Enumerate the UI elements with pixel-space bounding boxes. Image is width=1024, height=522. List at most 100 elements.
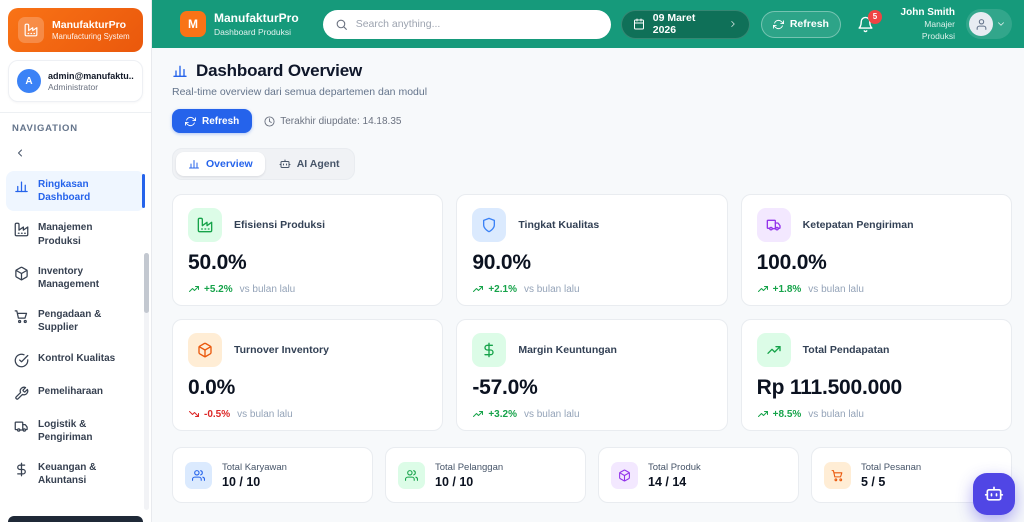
ai-assistant-fab[interactable]	[973, 473, 1015, 515]
header-right-cluster: 09 Maret 2026 Refresh 5 John Smith Manaj…	[620, 6, 1012, 41]
kpi-trend-note: vs bulan lalu	[808, 283, 864, 295]
user-menu-button[interactable]	[966, 9, 1012, 39]
page-subtitle: Real-time overview dari semua departemen…	[172, 86, 428, 98]
kpi-card-turnover-inventory: Turnover Inventory 0.0% -0.5% vs bulan lalu	[172, 319, 444, 431]
search-input[interactable]	[355, 18, 599, 30]
tab-overview[interactable]: Overview	[176, 152, 265, 176]
sidebar-item-pengadaan-supplier[interactable]: Pengadaan & Supplier	[6, 301, 145, 341]
calendar-icon-wrap	[633, 18, 645, 30]
trending-up-icon	[757, 411, 768, 417]
shield-icon	[483, 217, 496, 233]
kpi-icon-chip	[756, 208, 791, 242]
kpi-head: Total Pendapatan	[756, 333, 996, 367]
view-tabs: Overview AI Agent	[172, 148, 356, 180]
robot-icon	[984, 486, 1004, 501]
header-avatar	[969, 12, 993, 36]
actions-row: Refresh Terakhir diupdate: 14.18.35	[172, 109, 1012, 133]
chevron-left-icon	[18, 149, 22, 157]
stat-label: Total Karyawan	[222, 461, 287, 473]
kpi-head: Turnover Inventory	[188, 333, 427, 367]
sidebar-item-ringkasan-dashboard[interactable]: Ringkasan Dashboard	[6, 171, 145, 212]
sidebar-collapse-button[interactable]	[10, 143, 30, 163]
kpi-label: Ketepatan Pengiriman	[802, 219, 914, 231]
kpi-head: Tingkat Kualitas	[472, 208, 711, 242]
header-refresh-button[interactable]: Refresh	[760, 10, 841, 38]
refresh-button[interactable]: Refresh	[172, 109, 253, 133]
kpi-head: Ketepatan Pengiriman	[756, 208, 996, 242]
kpi-card-margin-keuntungan: Margin Keuntungan -57.0% +3.2% vs bulan lal…	[456, 319, 728, 431]
user-icon	[976, 18, 986, 30]
kpi-trend-value: -0.5%	[204, 408, 231, 420]
stat-icon-chip	[824, 461, 851, 489]
trend-icon-wrap	[188, 283, 200, 295]
bar-chart-icon	[173, 65, 187, 77]
refresh-icon-wrap	[772, 19, 784, 30]
sidebar-item-logistik-pengiriman[interactable]: Logistik & Pengiriman	[6, 411, 145, 451]
trending-up-icon	[766, 346, 781, 354]
factory-icon	[197, 217, 213, 233]
sidebar-item-kontrol-kualitas[interactable]: Kontrol Kualitas	[6, 345, 145, 375]
bar-chart-icon	[189, 160, 199, 169]
trend-icon-wrap	[757, 283, 769, 295]
kpi-value: 90.0%	[472, 251, 531, 274]
sidebar-user-card[interactable]: A admin@manufaktu... Administrator	[8, 60, 143, 102]
kpi-grid: Efisiensi Produksi 50.0% +5.2% vs bulan lal…	[172, 194, 1012, 431]
kpi-icon-chip	[188, 208, 222, 242]
kpi-value: 100.0%	[756, 251, 827, 274]
kpi-trend-note: vs bulan lalu	[237, 408, 293, 420]
kpi-value: 0.0%	[188, 376, 236, 399]
clock-icon-wrap	[264, 115, 275, 127]
kpi-trend-note: vs bulan lalu	[523, 283, 580, 295]
kpi-trend-note: vs bulan lalu	[523, 408, 580, 420]
sidebar-item-label: Logistik & Pengiriman	[38, 418, 93, 443]
kpi-label: Efisiensi Produksi	[234, 219, 326, 231]
header-brand: M ManufakturPro Dashboard Produksi	[180, 11, 299, 37]
kpi-trend: -0.5% vs bulan lalu	[188, 408, 427, 420]
sidebar-item-keuangan-akuntansi[interactable]: Keuangan & Akuntansi	[6, 454, 145, 494]
sidebar-item-label: Inventory Management	[38, 265, 100, 290]
clock-icon	[264, 115, 275, 127]
stat-icon-chip	[185, 461, 212, 489]
sidebar-scrollbar-thumb[interactable]	[144, 253, 149, 313]
kpi-head: Margin Keuntungan	[472, 333, 711, 367]
trending-up-icon	[473, 286, 484, 292]
trending-up-icon	[473, 411, 484, 417]
search-icon	[336, 19, 347, 30]
search-icon-wrap	[335, 18, 348, 31]
refresh-icon-wrap	[185, 116, 196, 127]
trend-icon-wrap	[472, 283, 484, 295]
search-bar[interactable]	[322, 9, 611, 39]
sidebar-item-label: Pemeliharaan	[38, 385, 104, 397]
date-chevron-wrap	[728, 19, 738, 29]
sidebar-item-inventory-management[interactable]: Inventory Management	[6, 258, 145, 298]
dollar-icon	[17, 462, 26, 477]
cart-icon	[14, 310, 28, 324]
refresh-button-label: Refresh	[202, 115, 240, 127]
trend-icon-wrap	[757, 408, 769, 420]
refresh-icon	[772, 19, 784, 29]
main-column: M ManufakturPro Dashboard Produksi 09 Ma…	[152, 0, 1024, 522]
notifications-button[interactable]: 5	[857, 9, 882, 33]
brand-title: ManufakturPro	[214, 11, 299, 26]
kpi-card-efisiensi-produksi: Efisiensi Produksi 50.0% +5.2% vs bulan lal…	[172, 194, 444, 306]
calendar-icon	[633, 18, 644, 30]
kpi-card-ketepatan-pengiriman: Ketepatan Pengiriman 100.0% +1.8% vs bulan …	[740, 194, 1012, 306]
sidebar-item-label: Ringkasan Dashboard	[38, 179, 91, 204]
kpi-icon-chip	[472, 208, 507, 242]
tab-ai-agent[interactable]: AI Agent	[267, 152, 352, 176]
trend-icon-wrap	[188, 408, 200, 420]
stat-value: 10 / 10	[222, 474, 261, 489]
refresh-icon	[185, 116, 196, 126]
sidebar-item-pemeliharaan[interactable]: Pemeliharaan	[6, 378, 145, 408]
date-picker-button[interactable]: 09 Maret 2026	[620, 9, 750, 39]
cart-icon	[831, 469, 843, 481]
kpi-trend-value: +8.5%	[772, 408, 802, 420]
factory-icon	[24, 23, 38, 37]
kpi-label: Turnover Inventory	[234, 344, 329, 356]
sidebar-item-manajemen-produksi[interactable]: Manajemen Produksi	[6, 214, 145, 254]
stat-value: 5 / 5	[861, 474, 886, 489]
factory-logo-box	[18, 17, 44, 43]
bar-chart-icon	[15, 181, 28, 193]
kpi-value: 50.0%	[188, 251, 247, 274]
kpi-trend: +3.2% vs bulan lalu	[472, 408, 711, 420]
